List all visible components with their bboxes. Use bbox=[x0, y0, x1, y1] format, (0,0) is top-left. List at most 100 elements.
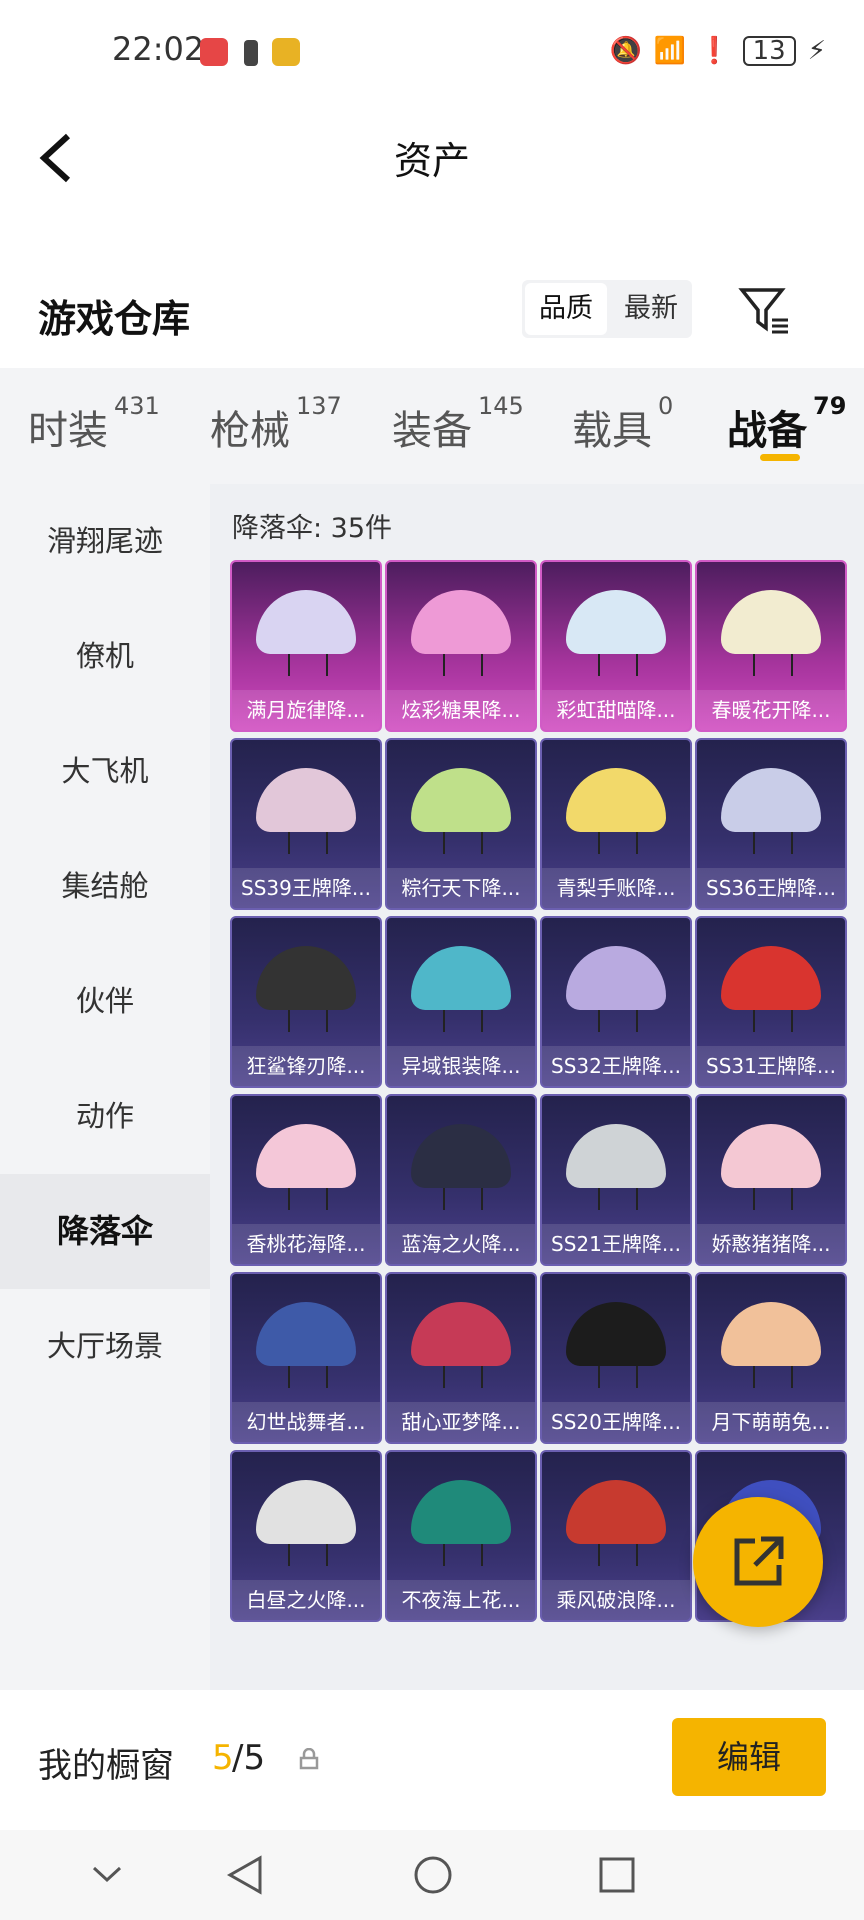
parachute-lines bbox=[443, 654, 483, 676]
parachute-name: SS39王牌降... bbox=[232, 868, 380, 908]
parachute-lines bbox=[598, 832, 638, 854]
sort-quality[interactable]: 品质 bbox=[525, 283, 607, 335]
parachute-card[interactable]: 乘风破浪降... bbox=[540, 1450, 692, 1622]
side-item-parachute[interactable]: 降落伞 bbox=[0, 1174, 210, 1289]
parachute-image bbox=[566, 768, 666, 832]
parachute-card[interactable]: 异域银装降... bbox=[385, 916, 537, 1088]
parachute-name: 娇憨猪猪降... bbox=[697, 1224, 845, 1264]
parachute-lines bbox=[598, 1010, 638, 1032]
parachute-image bbox=[721, 768, 821, 832]
side-item-emote[interactable]: 动作 bbox=[0, 1059, 210, 1174]
parachute-card[interactable]: 不夜海上花... bbox=[385, 1450, 537, 1622]
parachute-lines bbox=[598, 1544, 638, 1566]
parachute-lines bbox=[598, 1366, 638, 1388]
parachute-card[interactable]: 香桃花海降... bbox=[230, 1094, 382, 1266]
parachute-name: 彩虹甜喵降... bbox=[542, 690, 690, 730]
category-tabs: 时装431 枪械137 装备145 载具0 战备79 bbox=[0, 368, 864, 484]
parachute-name: SS21王牌降... bbox=[542, 1224, 690, 1264]
parachute-name: 幻世战舞者... bbox=[232, 1402, 380, 1442]
parachute-name: 蓝海之火降... bbox=[387, 1224, 535, 1264]
parachute-card[interactable]: 彩虹甜喵降... bbox=[540, 560, 692, 732]
side-item-big-plane[interactable]: 大飞机 bbox=[0, 714, 210, 829]
sort-latest[interactable]: 最新 bbox=[610, 280, 692, 338]
parachute-card[interactable]: SS31王牌降... bbox=[695, 916, 847, 1088]
parachute-lines bbox=[288, 1366, 328, 1388]
parachute-card[interactable]: 粽行天下降... bbox=[385, 738, 537, 910]
tab-label: 枪械 bbox=[210, 408, 290, 454]
sort-toggle: 品质 最新 bbox=[522, 280, 692, 338]
tab-readiness[interactable]: 战备79 bbox=[727, 392, 846, 456]
home-circle-icon[interactable] bbox=[408, 1850, 458, 1900]
parachute-lines bbox=[443, 832, 483, 854]
showcase-label: 我的橱窗 bbox=[38, 1746, 174, 1786]
chevron-down-icon[interactable] bbox=[82, 1850, 132, 1900]
wifi-icon: 📶 bbox=[653, 36, 687, 66]
parachute-name: 异域银装降... bbox=[387, 1046, 535, 1086]
parachute-lines bbox=[443, 1010, 483, 1032]
battery-saver-icon bbox=[244, 40, 258, 66]
parachute-lines bbox=[288, 654, 328, 676]
app-yellow-icon bbox=[272, 38, 300, 66]
share-button[interactable] bbox=[693, 1497, 823, 1627]
parachute-image bbox=[566, 946, 666, 1010]
parachute-name: 粽行天下降... bbox=[387, 868, 535, 908]
side-item-companion[interactable]: 伙伴 bbox=[0, 944, 210, 1059]
active-tab-indicator bbox=[760, 454, 800, 461]
parachute-card[interactable]: SS39王牌降... bbox=[230, 738, 382, 910]
parachute-image bbox=[566, 590, 666, 654]
parachute-card[interactable]: 白昼之火降... bbox=[230, 1450, 382, 1622]
parachute-lines bbox=[753, 654, 793, 676]
parachute-card[interactable]: 炫彩糖果降... bbox=[385, 560, 537, 732]
parachute-image bbox=[256, 590, 356, 654]
item-count: 降落伞: 35件 bbox=[232, 513, 393, 544]
tab-vehicles[interactable]: 载具0 bbox=[572, 392, 673, 456]
parachute-image bbox=[411, 946, 511, 1010]
side-item-wingman[interactable]: 僚机 bbox=[0, 599, 210, 714]
tab-count: 79 bbox=[813, 392, 847, 420]
parachute-name: 乘风破浪降... bbox=[542, 1580, 690, 1620]
side-item-glide-trail[interactable]: 滑翔尾迹 bbox=[0, 484, 210, 599]
tab-fashion[interactable]: 时装431 bbox=[28, 392, 160, 456]
parachute-image bbox=[566, 1124, 666, 1188]
lock-icon bbox=[299, 1748, 319, 1770]
parachute-image bbox=[411, 768, 511, 832]
parachute-name: 青梨手账降... bbox=[542, 868, 690, 908]
parachute-card[interactable]: SS20王牌降... bbox=[540, 1272, 692, 1444]
parachute-lines bbox=[753, 1366, 793, 1388]
side-nav: 滑翔尾迹 僚机 大飞机 集结舱 伙伴 动作 降落伞 大厅场景 bbox=[0, 484, 210, 1690]
side-item-rally-pod[interactable]: 集结舱 bbox=[0, 829, 210, 944]
parachute-name: SS31王牌降... bbox=[697, 1046, 845, 1086]
alert-icon: ❗ bbox=[698, 36, 731, 66]
parachute-name: SS20王牌降... bbox=[542, 1402, 690, 1442]
parachute-card[interactable]: 幻世战舞者... bbox=[230, 1272, 382, 1444]
parachute-card[interactable]: 青梨手账降... bbox=[540, 738, 692, 910]
parachute-card[interactable]: 娇憨猪猪降... bbox=[695, 1094, 847, 1266]
parachute-card[interactable]: SS32王牌降... bbox=[540, 916, 692, 1088]
edit-button[interactable]: 编辑 bbox=[672, 1718, 826, 1796]
mute-icon: 🔕 bbox=[609, 36, 642, 66]
parachute-card[interactable]: SS36王牌降... bbox=[695, 738, 847, 910]
charging-icon: ⚡ bbox=[807, 36, 826, 66]
parachute-image bbox=[256, 1480, 356, 1544]
parachute-card[interactable]: 甜心亚梦降... bbox=[385, 1272, 537, 1444]
parachute-lines bbox=[753, 832, 793, 854]
parachute-card[interactable]: 月下萌萌兔... bbox=[695, 1272, 847, 1444]
parachute-lines bbox=[288, 1544, 328, 1566]
parachute-card[interactable]: 满月旋律降... bbox=[230, 560, 382, 732]
parachute-card[interactable]: 狂鲨锋刃降... bbox=[230, 916, 382, 1088]
tab-equipment[interactable]: 装备145 bbox=[392, 392, 524, 456]
recent-square-icon[interactable] bbox=[592, 1850, 642, 1900]
back-triangle-icon[interactable] bbox=[220, 1850, 270, 1900]
parachute-image bbox=[411, 590, 511, 654]
parachute-name: 春暖花开降... bbox=[697, 690, 845, 730]
tab-guns[interactable]: 枪械137 bbox=[210, 392, 342, 456]
parachute-lines bbox=[443, 1544, 483, 1566]
side-item-lobby-scene[interactable]: 大厅场景 bbox=[0, 1289, 210, 1404]
parachute-card[interactable]: 蓝海之火降... bbox=[385, 1094, 537, 1266]
parachute-card[interactable]: SS21王牌降... bbox=[540, 1094, 692, 1266]
parachute-card[interactable]: 春暖花开降... bbox=[695, 560, 847, 732]
parachute-image bbox=[721, 946, 821, 1010]
tab-label: 战备 bbox=[727, 408, 807, 454]
header: 资产 bbox=[0, 104, 864, 214]
filter-icon[interactable] bbox=[738, 284, 790, 336]
